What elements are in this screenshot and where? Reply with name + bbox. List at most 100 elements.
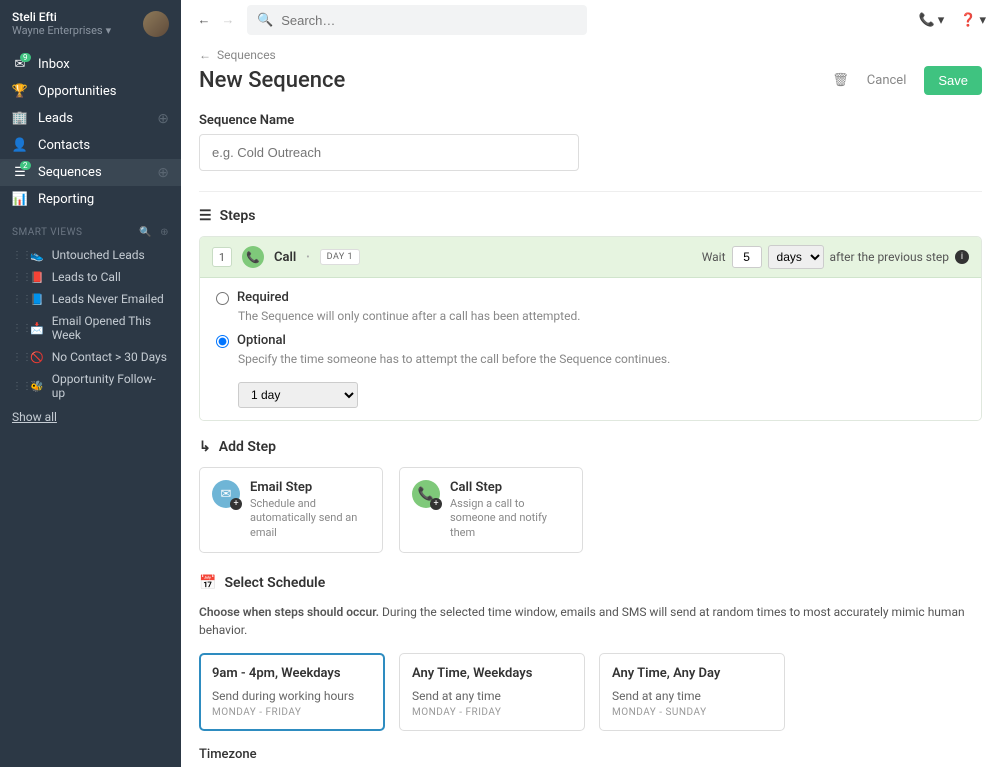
sequence-name-input[interactable] [199,134,579,171]
separator-dot: • [306,252,309,263]
schedule-heading: 📅 Select Schedule [199,575,982,591]
addstep-heading: ↳ Add Step [199,439,982,455]
info-icon[interactable]: i [955,250,969,264]
save-button[interactable]: Save [924,66,982,95]
add-card-desc: Assign a call to someone and notify them [450,497,570,540]
search-input[interactable] [281,13,577,28]
smartviews-header: SMART VIEWS 🔍 ⊕ [0,217,181,244]
sidebar-header[interactable]: Steli Efti Wayne Enterprises ▾ [0,0,181,47]
trophy-icon: 🏆 [12,84,28,99]
chevron-down-icon: ▾ [106,24,112,37]
smartview-item[interactable]: ⋮⋮🚫No Contact > 30 Days [0,346,181,368]
schedule-card-line: Send at any time [612,689,772,703]
nav-inbox[interactable]: ✉ 9 Inbox [0,51,181,78]
schedule-card-days: MONDAY - SUNDAY [612,707,772,718]
required-label: Required [237,290,289,305]
nav-contacts[interactable]: 👤 Contacts [0,132,181,159]
wait-after-text: after the previous step [830,250,949,264]
plus-icon[interactable]: ⊕ [157,165,169,181]
smartview-item[interactable]: ⋮⋮📘Leads Never Emailed [0,288,181,310]
optional-radio-row[interactable]: Optional [216,333,965,348]
step-number: 1 [212,247,232,267]
schedule-card-title: Any Time, Weekdays [412,666,572,681]
help-icon: ❓ [960,13,976,28]
user-name: Steli Efti [12,10,135,24]
step-card: 1 📞 Call • DAY 1 Wait days after the pre… [199,236,982,421]
primary-nav: ✉ 9 Inbox 🏆 Opportunities 🏢 Leads ⊕ 👤 Co… [0,47,181,217]
step-header: 1 📞 Call • DAY 1 Wait days after the pre… [200,237,981,278]
add-card-desc: Schedule and automatically send an email [250,497,370,540]
inbox-badge: 9 [20,53,31,62]
org-name: Wayne Enterprises ▾ [12,24,135,37]
smartviews-title: SMART VIEWS [12,227,82,238]
add-card-title: Call Step [450,480,570,495]
add-email-step-card[interactable]: ✉ Email Step Schedule and automatically … [199,467,383,553]
plus-icon[interactable]: ⊕ [157,111,169,127]
optional-desc: Specify the time someone has to attempt … [238,352,965,366]
wait-unit-select[interactable]: days [768,245,824,269]
sidebar: Steli Efti Wayne Enterprises ▾ ✉ 9 Inbox… [0,0,181,767]
search-icon: 🔍 [257,13,273,28]
calendar-icon: 📅 [199,575,216,591]
breadcrumb[interactable]: ← Sequences [199,48,982,62]
add-call-step-card[interactable]: 📞 Call Step Assign a call to someone and… [399,467,583,553]
building-icon: 🏢 [12,111,28,126]
page-title: New Sequence [199,68,345,93]
schedule-card-anytime-weekdays[interactable]: Any Time, Weekdays Send at any time MOND… [399,653,585,731]
grip-icon: ⋮⋮ [12,294,22,305]
nav-label: Opportunities [38,84,116,99]
help-menu[interactable]: ❓ ▾ [960,13,986,28]
steps-heading: ☰ Steps [199,208,982,224]
step-wait-controls: Wait days after the previous step i [702,245,969,269]
nav-sequences[interactable]: ☰ 2 Sequences ⊕ [0,159,181,186]
step-body: Required The Sequence will only continue… [200,278,981,420]
main: ← → 🔍 📞 ▾ ❓ ▾ ← Sequences New Sequence 🗑 [181,0,1000,767]
schedule-card-weekday-hours[interactable]: 9am - 4pm, Weekdays Send during working … [199,653,385,731]
phone-icon: 📞 [919,13,935,28]
delete-button[interactable]: 🗑 [832,73,849,88]
required-radio-row[interactable]: Required [216,290,965,305]
forward-arrow-icon[interactable]: → [219,12,237,28]
step-type: Call [274,250,296,265]
nav-opportunities[interactable]: 🏆 Opportunities [0,78,181,105]
plus-icon[interactable]: ⊕ [160,227,169,238]
back-arrow-icon[interactable]: ← [195,12,213,28]
search-icon[interactable]: 🔍 [139,227,152,238]
wait-label: Wait [702,250,726,264]
person-icon: 👤 [12,138,28,153]
nav-label: Contacts [38,138,90,153]
required-desc: The Sequence will only continue after a … [238,309,965,323]
smartviews-list: ⋮⋮👟Untouched Leads ⋮⋮📕Leads to Call ⋮⋮📘L… [0,244,181,404]
back-arrow-icon: ← [199,48,211,62]
smartview-item[interactable]: ⋮⋮📩Email Opened This Week [0,310,181,346]
optional-radio[interactable] [216,335,229,348]
smartview-item[interactable]: ⋮⋮📕Leads to Call [0,266,181,288]
grip-icon: ⋮⋮ [12,381,22,392]
optional-wait-select[interactable]: 1 day [238,382,358,408]
show-all-link[interactable]: Show all [0,404,181,430]
schedule-card-line: Send at any time [412,689,572,703]
cancel-button[interactable]: Cancel [867,73,907,88]
sequence-name-label: Sequence Name [199,113,982,128]
schedule-description: Choose when steps should occur. During t… [199,603,982,639]
smartview-item[interactable]: ⋮⋮🐝Opportunity Follow-up [0,368,181,404]
nav-reporting[interactable]: 📊 Reporting [0,186,181,213]
email-icon: ✉ [212,480,240,508]
schedule-card-line: Send during working hours [212,689,372,703]
nav-leads[interactable]: 🏢 Leads ⊕ [0,105,181,132]
phone-icon: 📞 [242,246,264,268]
required-radio[interactable] [216,292,229,305]
phone-menu[interactable]: 📞 ▾ [919,13,945,28]
schedule-card-anytime-anyday[interactable]: Any Time, Any Day Send at any time MONDA… [599,653,785,731]
nav-label: Reporting [38,192,94,207]
smartview-item[interactable]: ⋮⋮👟Untouched Leads [0,244,181,266]
schedule-card-days: MONDAY - FRIDAY [212,707,372,718]
trash-icon: 🗑 [832,73,849,88]
grip-icon: ⋮⋮ [12,250,22,261]
avatar[interactable] [143,11,169,37]
search-box[interactable]: 🔍 [247,5,587,35]
content: ← Sequences New Sequence 🗑 Cancel Save S… [181,40,1000,767]
sequences-badge: 2 [20,161,31,170]
wait-value-input[interactable] [732,246,762,268]
step-day-badge: DAY 1 [320,249,360,265]
